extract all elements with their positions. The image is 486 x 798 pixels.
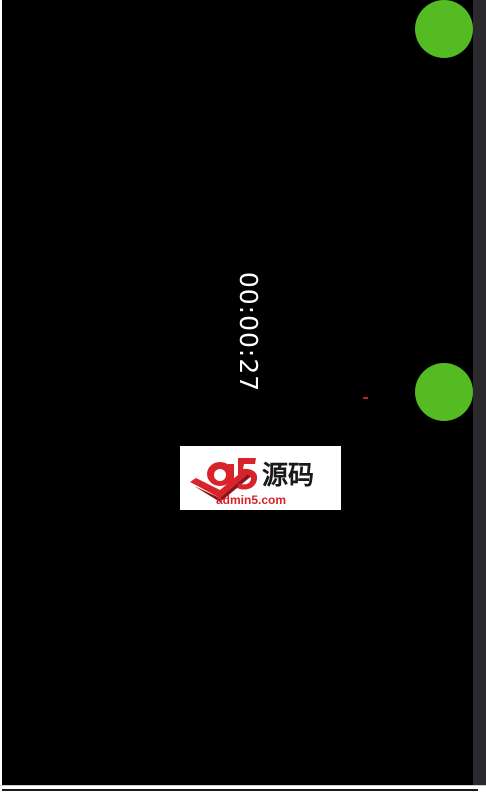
app-screen — [2, 0, 473, 785]
device-frame: 00:00:27 源码 admin5.com — [0, 0, 486, 798]
watermark-logo: 源码 admin5.com — [180, 446, 341, 510]
status-indicator-middle[interactable] — [415, 363, 473, 421]
timer-display: 00:00:27 — [233, 272, 265, 392]
timer-value: 00:00:27 — [234, 271, 264, 393]
right-bezel — [473, 0, 486, 785]
status-indicator-top[interactable] — [415, 0, 473, 58]
watermark-domain: admin5.com — [216, 493, 286, 507]
bottom-line — [2, 789, 478, 791]
red-speck — [363, 397, 368, 399]
bottom-bar — [0, 785, 486, 798]
a5-logo-icon: 源码 admin5.com — [190, 458, 314, 507]
watermark-cn-text: 源码 — [262, 461, 314, 491]
